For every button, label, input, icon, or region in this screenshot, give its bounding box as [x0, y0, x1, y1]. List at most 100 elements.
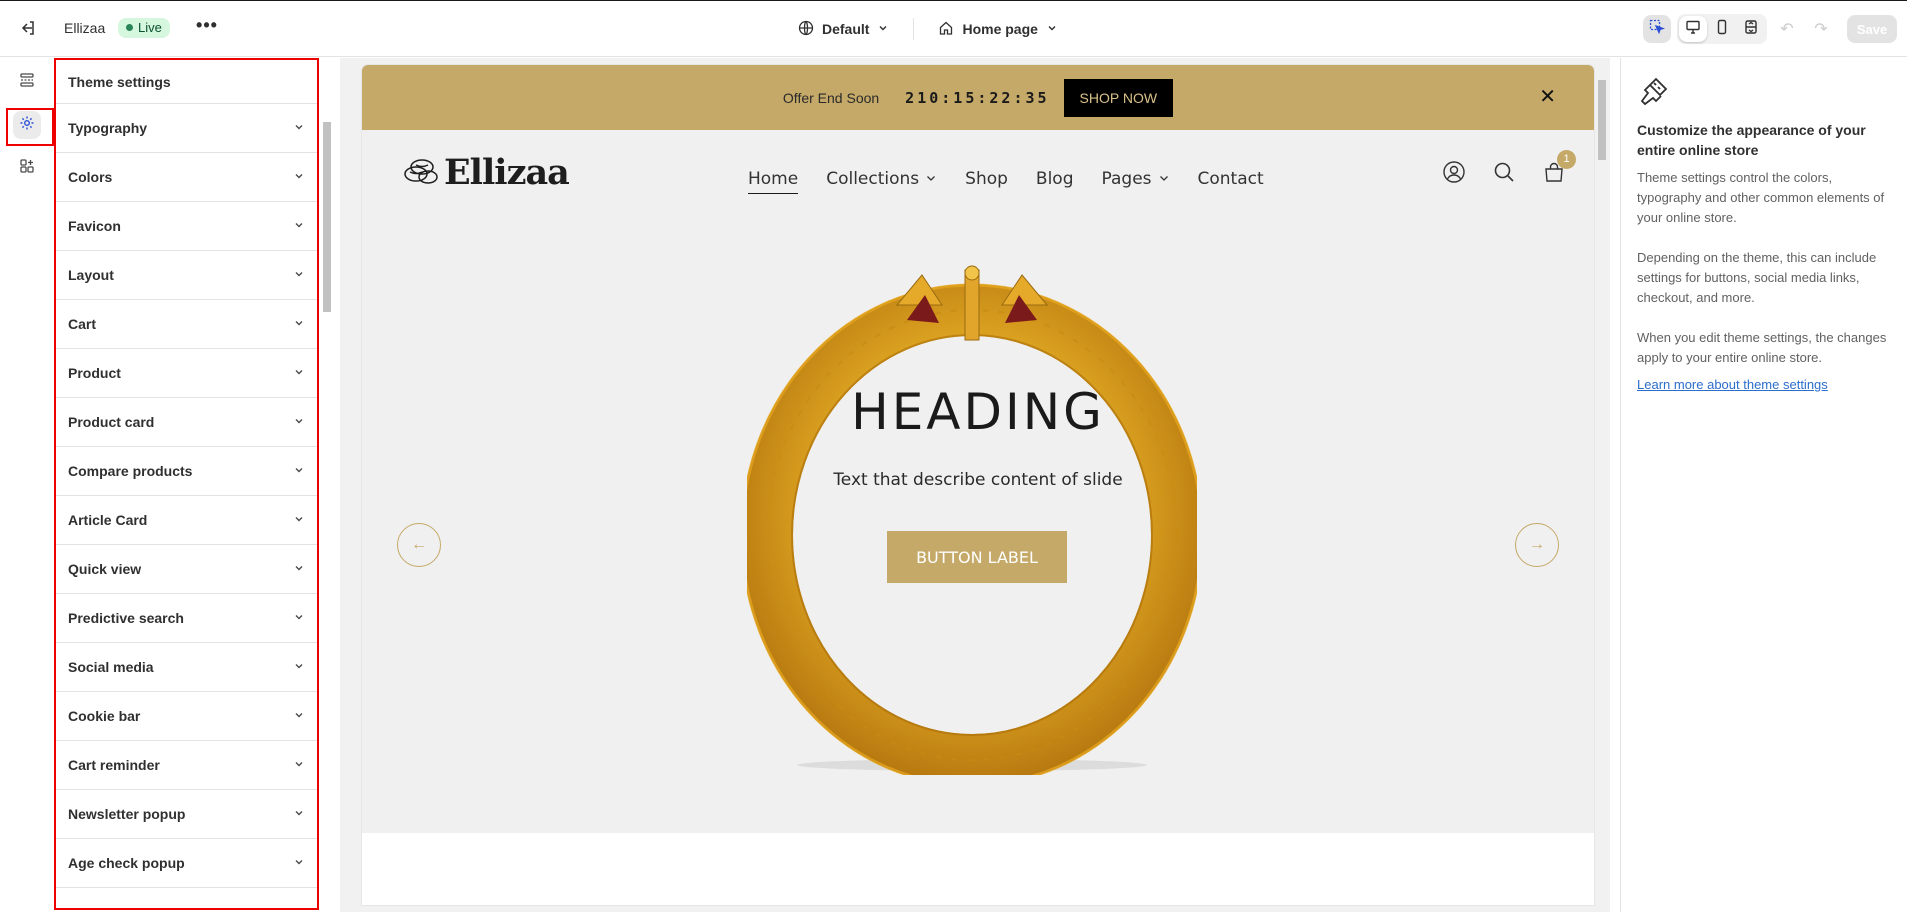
search-icon[interactable]	[1492, 160, 1516, 189]
settings-item-typography[interactable]: Typography	[56, 104, 317, 153]
theme-selector-label: Default	[822, 21, 870, 37]
settings-item-age-check-popup[interactable]: Age check popup	[56, 839, 317, 888]
settings-item-cart-reminder[interactable]: Cart reminder	[56, 741, 317, 790]
settings-item-predictive-search[interactable]: Predictive search	[56, 594, 317, 643]
settings-item-compare-products[interactable]: Compare products	[56, 447, 317, 496]
cart-count-badge: 1	[1557, 150, 1576, 169]
info-paragraph: When you edit theme settings, the change…	[1637, 330, 1887, 365]
apps-nav-button[interactable]	[13, 154, 41, 182]
chevron-down-icon	[925, 169, 937, 189]
exit-icon[interactable]	[18, 18, 38, 38]
preview-scrollbar[interactable]	[1595, 58, 1609, 912]
annotation-highlight-box	[6, 108, 54, 146]
close-icon[interactable]: ✕	[1539, 84, 1556, 109]
settings-item-colors[interactable]: Colors	[56, 153, 317, 202]
chevron-down-icon	[293, 267, 305, 283]
settings-item-social-media[interactable]: Social media	[56, 643, 317, 692]
sections-nav-button[interactable]	[13, 68, 41, 96]
slide-prev-button[interactable]: ←	[397, 523, 441, 567]
jewelry-logo-icon	[402, 152, 442, 193]
inspector-toggle-button[interactable]	[1643, 15, 1671, 43]
more-actions-button[interactable]: •••	[196, 15, 218, 39]
nav-item-shop[interactable]: Shop	[965, 164, 1008, 194]
nav-item-home[interactable]: Home	[748, 164, 799, 194]
toolbar-right: ↶ ↷ Save	[1643, 14, 1897, 44]
chevron-down-icon	[1158, 169, 1170, 189]
slide-next-button[interactable]: →	[1515, 523, 1559, 567]
sections-icon	[19, 72, 35, 93]
settings-list: Typography Colors Favicon Layout Cart Product…	[56, 104, 317, 888]
store-preview[interactable]: Offer End Soon 210:15:22:35 SHOP NOW ✕ E…	[362, 65, 1594, 905]
store-name: Ellizaa	[64, 20, 106, 36]
logo-text: Ellizaa	[444, 152, 570, 193]
shop-now-button[interactable]: SHOP NOW	[1063, 78, 1174, 117]
store-logo[interactable]: Ellizaa	[402, 152, 570, 193]
settings-item-cookie-bar[interactable]: Cookie bar	[56, 692, 317, 741]
settings-item-layout[interactable]: Layout	[56, 251, 317, 300]
arrow-right-icon: →	[1529, 536, 1545, 553]
chevron-down-icon	[293, 169, 305, 185]
undo-icon[interactable]: ↶	[1773, 19, 1801, 39]
settings-item-quick-view[interactable]: Quick view	[56, 545, 317, 594]
live-status-badge: Live	[118, 18, 170, 38]
settings-item-favicon[interactable]: Favicon	[56, 202, 317, 251]
arrow-left-icon: ←	[411, 536, 427, 553]
home-icon	[938, 20, 954, 39]
nav-label: Shop	[965, 169, 1008, 189]
settings-item-label: Favicon	[68, 218, 121, 234]
hero-cta-button[interactable]: BUTTON LABEL	[887, 531, 1067, 583]
settings-item-label: Social media	[68, 659, 154, 675]
mobile-view-button[interactable]	[1708, 16, 1736, 42]
nav-label: Contact	[1197, 169, 1264, 189]
redo-icon[interactable]: ↷	[1807, 19, 1835, 39]
nav-item-pages[interactable]: Pages	[1102, 164, 1170, 194]
settings-item-cart[interactable]: Cart	[56, 300, 317, 349]
gold-bangle-image	[747, 265, 1197, 775]
divider	[913, 18, 915, 40]
chevron-down-icon	[293, 757, 305, 773]
chevron-down-icon	[293, 855, 305, 871]
settings-item-newsletter-popup[interactable]: Newsletter popup	[56, 790, 317, 839]
mobile-icon	[1714, 19, 1730, 40]
chevron-down-icon	[293, 806, 305, 822]
chevron-down-icon	[293, 610, 305, 626]
settings-item-label: Cart reminder	[68, 757, 160, 773]
settings-item-article-card[interactable]: Article Card	[56, 496, 317, 545]
chevron-down-icon	[293, 365, 305, 381]
panel-scrollbar[interactable]	[322, 58, 332, 910]
desktop-icon	[1685, 19, 1701, 40]
nav-label: Collections	[826, 169, 920, 189]
settings-item-label: Quick view	[68, 561, 142, 577]
settings-item-product[interactable]: Product	[56, 349, 317, 398]
desktop-view-button[interactable]	[1679, 16, 1707, 42]
scrollbar-thumb[interactable]	[323, 122, 331, 312]
fullscreen-view-button[interactable]	[1737, 16, 1765, 42]
chevron-down-icon	[1046, 21, 1058, 37]
countdown-timer: 210:15:22:35	[905, 88, 1050, 107]
nav-item-blog[interactable]: Blog	[1036, 164, 1074, 194]
save-button[interactable]: Save	[1847, 15, 1897, 43]
settings-item-label: Article Card	[68, 512, 148, 528]
settings-item-product-card[interactable]: Product card	[56, 398, 317, 447]
scrollbar-thumb[interactable]	[1598, 80, 1606, 160]
viewport-switcher	[1677, 14, 1767, 44]
chevron-down-icon	[293, 414, 305, 430]
page-selectors: Default Home page	[798, 15, 1058, 43]
theme-selector[interactable]: Default	[798, 20, 889, 39]
hero-heading: HEADING	[851, 383, 1105, 441]
panel-title: Theme settings	[56, 60, 317, 104]
chevron-down-icon	[293, 561, 305, 577]
info-paragraph: Theme settings control the colors, typog…	[1637, 170, 1885, 225]
page-selector[interactable]: Home page	[938, 20, 1057, 39]
chevron-down-icon	[293, 512, 305, 528]
nav-item-collections[interactable]: Collections	[826, 164, 937, 194]
theme-settings-panel: Theme settings Typography Colors Favicon La…	[54, 58, 319, 910]
settings-item-label: Colors	[68, 169, 113, 185]
nav-item-contact[interactable]: Contact	[1198, 164, 1264, 194]
settings-item-label: Age check popup	[68, 855, 185, 871]
account-icon[interactable]	[1442, 160, 1466, 189]
settings-item-label: Cookie bar	[68, 708, 141, 724]
cart-icon[interactable]: 1	[1542, 150, 1576, 189]
chevron-down-icon	[293, 659, 305, 675]
learn-more-link[interactable]: Learn more about theme settings	[1637, 377, 1828, 392]
